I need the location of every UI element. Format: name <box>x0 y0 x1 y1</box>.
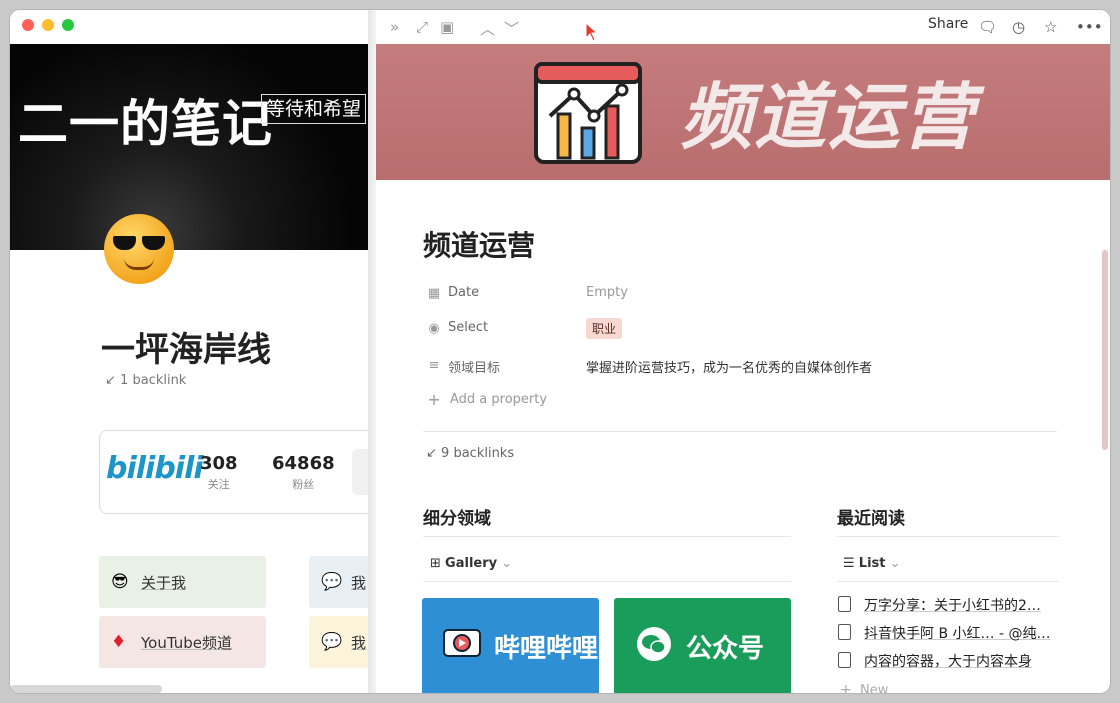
zoom-window-button[interactable] <box>62 19 74 31</box>
bilibili-logo: bilibili <box>106 451 204 486</box>
left-cover-image: 二一的笔记 等待和希望 <box>10 44 368 250</box>
diamond-icon: ♦ <box>111 632 127 652</box>
expand-icon[interactable]: ⤢ <box>416 18 428 36</box>
property-select[interactable]: ◉ Select 职业 <box>426 318 1046 340</box>
plus-icon: + <box>427 390 441 409</box>
page-title: 频道运营 <box>423 229 536 262</box>
peek-mode-icon[interactable]: ▣ <box>440 18 454 36</box>
minimize-window-button[interactable] <box>42 19 54 31</box>
more-icon[interactable]: ••• <box>1076 18 1103 36</box>
backlinks-button[interactable]: ↙ 9 backlinks <box>426 446 514 461</box>
gallery-icon: ⊞ <box>430 556 441 571</box>
property-date[interactable]: ▦ Date Empty <box>426 283 1046 305</box>
wechat-icon: 💬 <box>321 632 343 652</box>
chevron-up-icon[interactable]: ︿ <box>480 18 495 39</box>
page-icon-sunglasses[interactable] <box>104 214 174 284</box>
app-window: 二一的笔记 等待和希望 一坪海岸线 ↙ 1 backlink bilibili … <box>10 10 1110 693</box>
left-page: 二一的笔记 等待和希望 一坪海岸线 ↙ 1 backlink bilibili … <box>10 10 368 693</box>
stat-following: 308 关注 <box>200 453 238 491</box>
property-goal[interactable]: ≡ 领域目标 掌握进阶运营技巧，成为一名优秀的自媒体创作者 <box>426 355 1046 377</box>
divider <box>837 536 1059 537</box>
list-item[interactable]: 抖音快手阿 B 小红… - @纯… <box>838 622 1068 644</box>
left-page-title: 一坪海岸线 <box>101 330 271 370</box>
sunglasses-icon <box>113 236 165 250</box>
add-property-button[interactable]: + Add a property <box>426 390 1046 412</box>
page-icon <box>838 596 851 612</box>
peek-topbar: » ⤢ ▣ ︿ ﹀ Share 🗨 ◷ ☆ ••• <box>376 10 1110 44</box>
cover-title-text: 频道运营 <box>680 75 977 159</box>
backlink-label: 1 backlink <box>120 373 187 388</box>
gallery-card-wechat[interactable]: 公众号 <box>614 598 791 693</box>
page-icon <box>838 624 851 640</box>
calendar-icon: ▦ <box>427 286 441 301</box>
peek-cover-image: 频道运营 <box>376 44 1110 180</box>
close-peek-icon[interactable]: » <box>390 18 399 36</box>
left-backlink[interactable]: ↙ 1 backlink <box>105 373 186 388</box>
speech-bubble-icon: 💬 <box>321 572 343 592</box>
gallery-view-button[interactable]: ⊞ Gallery ⌄ <box>430 556 512 571</box>
divider <box>423 581 791 582</box>
chevron-down-icon: ⌄ <box>889 556 901 571</box>
cover-text: 二一的笔记 <box>18 95 273 153</box>
peek-panel: » ⤢ ▣ ︿ ﹀ Share 🗨 ◷ ☆ ••• 频道运营 频道运营 ▦ Da… <box>376 10 1110 693</box>
new-item-button[interactable]: + New <box>838 682 1068 693</box>
comment-icon[interactable]: 🗨 <box>978 18 997 36</box>
chart-browser-icon <box>534 62 642 164</box>
sunglasses-icon: 😎 <box>111 572 129 592</box>
chevron-down-icon[interactable]: ﹀ <box>504 18 519 39</box>
mouse-cursor-icon <box>585 22 599 42</box>
text-icon: ≡ <box>428 358 440 373</box>
vertical-scrollbar[interactable] <box>1102 250 1108 450</box>
plus-icon: + <box>840 682 852 693</box>
select-tag[interactable]: 职业 <box>586 318 623 339</box>
list-item[interactable]: 万字分享：关于小红书的2… <box>838 594 1068 616</box>
tile-youtube[interactable]: ♦ YouTube频道 <box>99 616 266 668</box>
video-player-icon <box>443 629 481 657</box>
horizontal-scrollbar[interactable] <box>10 685 162 693</box>
history-icon[interactable]: ◷ <box>1012 18 1025 36</box>
divider <box>423 431 1057 432</box>
star-icon[interactable]: ☆ <box>1044 18 1057 36</box>
cover-tag: 等待和希望 <box>261 94 367 124</box>
stat-fans: 64868 粉丝 <box>272 453 335 491</box>
select-icon: ◉ <box>428 321 440 336</box>
gallery-card-bilibili[interactable]: 哔哩哔哩 <box>422 598 599 693</box>
close-window-button[interactable] <box>22 19 34 31</box>
card-button[interactable] <box>352 449 368 495</box>
section-title-recent: 最近阅读 <box>837 509 905 529</box>
list-view-button[interactable]: ☰ List ⌄ <box>843 556 901 571</box>
backlink-arrow-icon: ↙ <box>426 446 437 461</box>
backlink-arrow-icon: ↙ <box>105 373 116 388</box>
bilibili-card[interactable]: bilibili 308 关注 64868 粉丝 <box>99 430 368 514</box>
page-icon <box>838 652 851 668</box>
tile-chat[interactable]: 💬 我 <box>309 556 368 608</box>
list-item[interactable]: 内容的容器，大于内容本身 <box>838 650 1068 672</box>
tile-about-me[interactable]: 😎 关于我 <box>99 556 266 608</box>
wechat-icon <box>637 627 671 661</box>
divider <box>423 536 791 537</box>
share-button[interactable]: Share <box>928 16 968 32</box>
title-bar <box>10 10 368 44</box>
chevron-down-icon: ⌄ <box>501 556 513 571</box>
peek-divider <box>368 10 376 693</box>
tile-wechat[interactable]: 💬 我 <box>309 616 368 668</box>
list-icon: ☰ <box>843 556 855 571</box>
section-title-subdomain: 细分领域 <box>423 509 491 529</box>
divider <box>837 581 1059 582</box>
